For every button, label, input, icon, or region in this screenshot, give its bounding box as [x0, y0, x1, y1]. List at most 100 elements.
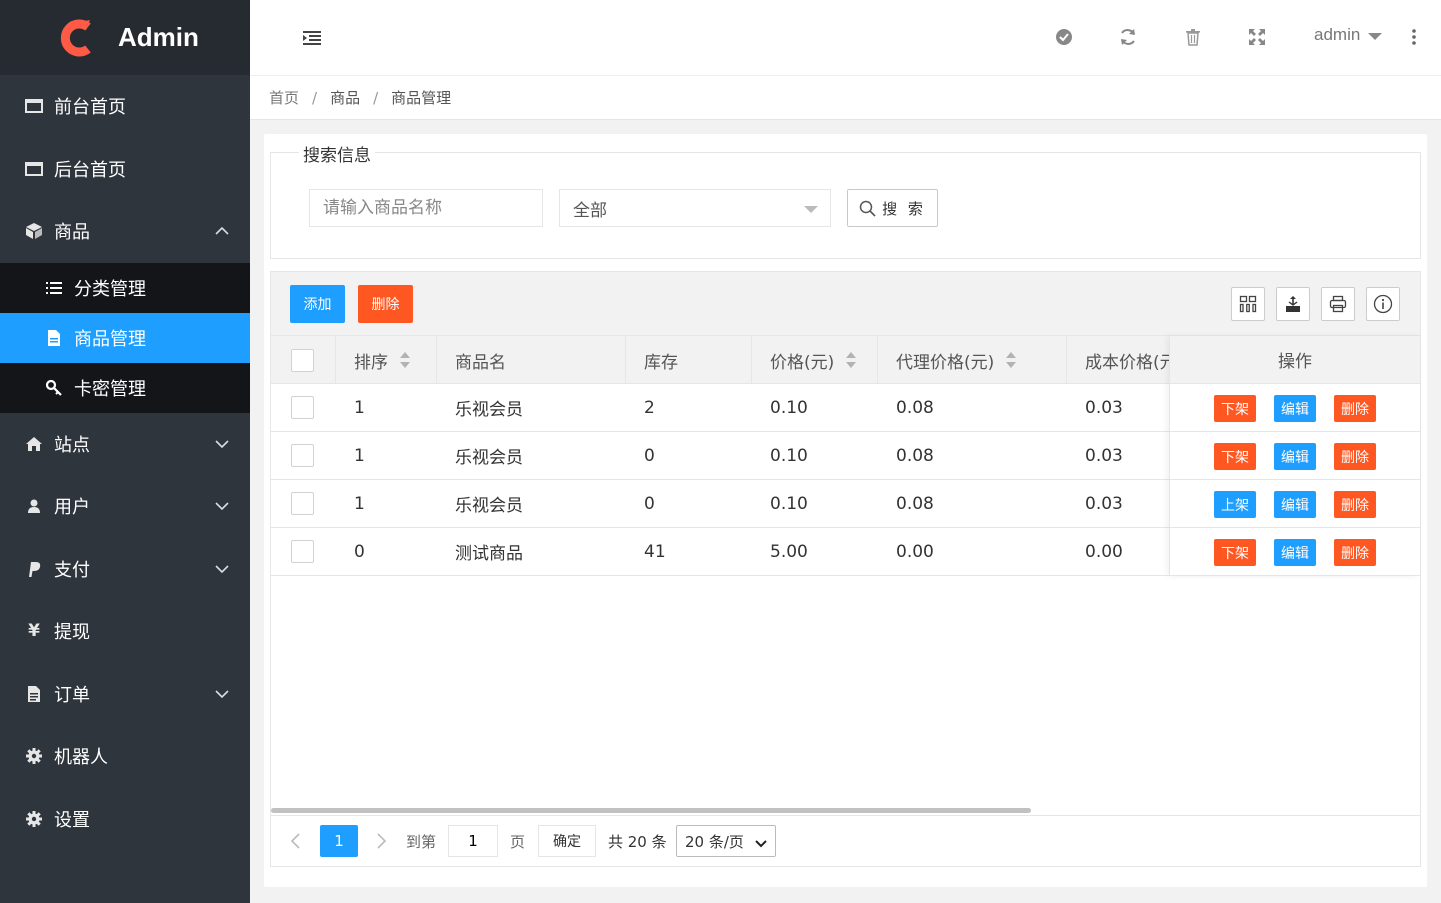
stock-cell: 2 [644, 397, 655, 418]
sort-icon[interactable] [846, 352, 857, 368]
window-icon [24, 96, 44, 116]
row-checkbox[interactable] [291, 540, 314, 563]
columns-filter-icon[interactable] [1231, 287, 1265, 321]
menu-toggle-icon[interactable] [300, 26, 324, 50]
edit-button[interactable]: 编辑 [1274, 443, 1316, 470]
delete-button[interactable]: 删除 [1334, 395, 1376, 422]
cost-price-cell: 0.03 [1085, 493, 1123, 514]
row-checkbox[interactable] [291, 444, 314, 467]
breadcrumb-products[interactable]: 商品 [330, 87, 360, 108]
refresh-icon[interactable] [1117, 26, 1139, 48]
table-toolbar: 添加 删除 [271, 272, 1420, 336]
total-count: 共 20 条 [608, 833, 667, 851]
add-button[interactable]: 添加 [290, 285, 345, 323]
goto-page-input[interactable] [448, 825, 498, 857]
breadcrumb-separator: / [312, 88, 318, 107]
operations-cell: 上架 编辑 删除 [1170, 480, 1420, 528]
breadcrumb: 首页 / 商品 / 商品管理 [250, 75, 1441, 120]
column-header-label: 排序 [354, 352, 388, 373]
stock-cell: 41 [644, 541, 666, 562]
logo-area[interactable]: Admin [0, 0, 250, 75]
horizontal-scrollbar[interactable] [271, 808, 1031, 813]
sidebar-item-admin-home[interactable]: 后台首页 [0, 138, 250, 201]
delete-button[interactable]: 删除 [1334, 443, 1376, 470]
sidebar-item-products[interactable]: 商品 [0, 200, 250, 263]
products-submenu: 分类管理 商品管理 卡密管理 [0, 262, 250, 413]
page-size-select[interactable]: 20 条/页 [676, 825, 776, 857]
table-panel: 添加 删除 排序 商品名 库存 价格(元) 代理价格(元) 成本价格(元 1 乐… [270, 271, 1421, 867]
fullscreen-icon[interactable] [1246, 26, 1268, 48]
sidebar-item-label: 商品 [54, 222, 90, 244]
sidebar-item-label: 商品管理 [74, 328, 146, 350]
operations-column: 操作 下架 编辑 删除 下架 编辑 删除 上架 编辑 删除 下架 编辑 删除 [1169, 336, 1420, 576]
sidebar-item-product-management[interactable]: 商品管理 [0, 312, 250, 363]
status-select-value: 全部 [573, 200, 607, 221]
edit-button[interactable]: 编辑 [1274, 395, 1316, 422]
sidebar-item-site[interactable]: 站点 [0, 413, 250, 476]
status-select[interactable]: 全部 [559, 189, 831, 227]
check-circle-icon[interactable] [1053, 26, 1075, 48]
sort-cell: 1 [354, 397, 365, 418]
goto-confirm-button[interactable]: 确定 [538, 825, 596, 857]
sidebar-item-category-management[interactable]: 分类管理 [0, 263, 250, 313]
column-header-name: 商品名 [436, 336, 625, 384]
sidebar-item-label: 卡密管理 [74, 378, 146, 400]
prev-page-icon[interactable] [286, 831, 306, 851]
sidebar-item-payment[interactable]: 支付 [0, 538, 250, 601]
column-header-agent-price[interactable]: 代理价格(元) [877, 336, 1066, 384]
column-header-label: 成本价格(元 [1085, 352, 1176, 373]
sidebar-item-label: 用户 [54, 497, 90, 519]
sidebar-item-robot[interactable]: 机器人 [0, 725, 250, 788]
export-icon[interactable] [1276, 287, 1310, 321]
column-header-label: 价格(元) [770, 352, 835, 373]
agent-price-cell: 0.08 [896, 397, 934, 418]
page-suffix-label: 页 [510, 833, 526, 851]
list-icon [44, 278, 64, 298]
sidebar-item-label: 机器人 [54, 747, 108, 769]
row-checkbox[interactable] [291, 492, 314, 515]
sidebar-item-label: 支付 [54, 559, 90, 581]
home-icon [24, 434, 44, 454]
select-all-checkbox[interactable] [291, 348, 314, 372]
print-icon[interactable] [1321, 287, 1355, 321]
sidebar-item-frontend-home[interactable]: 前台首页 [0, 75, 250, 138]
user-menu[interactable]: admin [1314, 25, 1383, 45]
sort-icon[interactable] [1006, 352, 1017, 368]
trash-icon[interactable] [1182, 26, 1204, 48]
column-header-stock: 库存 [625, 336, 751, 384]
edit-button[interactable]: 编辑 [1274, 539, 1316, 566]
more-vertical-icon[interactable] [1410, 26, 1418, 48]
price-cell: 5.00 [770, 541, 808, 562]
edit-button[interactable]: 编辑 [1274, 491, 1316, 518]
gear-icon [24, 809, 44, 829]
sidebar-item-orders[interactable]: 订单 [0, 663, 250, 726]
dropdown-arrow-icon [804, 206, 818, 213]
product-name-search-input[interactable] [309, 189, 543, 227]
next-page-icon[interactable] [371, 831, 391, 851]
logo-icon [58, 18, 98, 58]
sidebar-item-card-key-management[interactable]: 卡密管理 [0, 363, 250, 413]
delete-button[interactable]: 删除 [1334, 491, 1376, 518]
column-header-price[interactable]: 价格(元) [751, 336, 877, 384]
yen-icon: ¥ [28, 621, 40, 642]
sidebar-item-withdraw[interactable]: ¥ 提现 [0, 600, 250, 663]
sidebar-item-users[interactable]: 用户 [0, 475, 250, 538]
unlist-button[interactable]: 下架 [1214, 443, 1256, 470]
unlist-button[interactable]: 下架 [1214, 539, 1256, 566]
search-button[interactable]: 搜 索 [847, 189, 938, 227]
column-header-sort[interactable]: 排序 [335, 336, 436, 384]
sidebar-item-label: 后台首页 [54, 159, 126, 181]
info-icon[interactable] [1366, 287, 1400, 321]
bulk-delete-button[interactable]: 删除 [358, 285, 413, 323]
breadcrumb-home[interactable]: 首页 [269, 87, 299, 108]
content-card: 搜索信息 全部 搜 索 添加 删除 [264, 134, 1427, 887]
top-header: admin [250, 0, 1441, 75]
search-icon [859, 200, 876, 217]
page-number-current[interactable]: 1 [320, 825, 358, 857]
list-button[interactable]: 上架 [1214, 491, 1256, 518]
sort-icon[interactable] [400, 352, 410, 368]
sidebar-item-settings[interactable]: 设置 [0, 788, 250, 851]
delete-button[interactable]: 删除 [1334, 539, 1376, 566]
unlist-button[interactable]: 下架 [1214, 395, 1256, 422]
row-checkbox[interactable] [291, 396, 314, 419]
